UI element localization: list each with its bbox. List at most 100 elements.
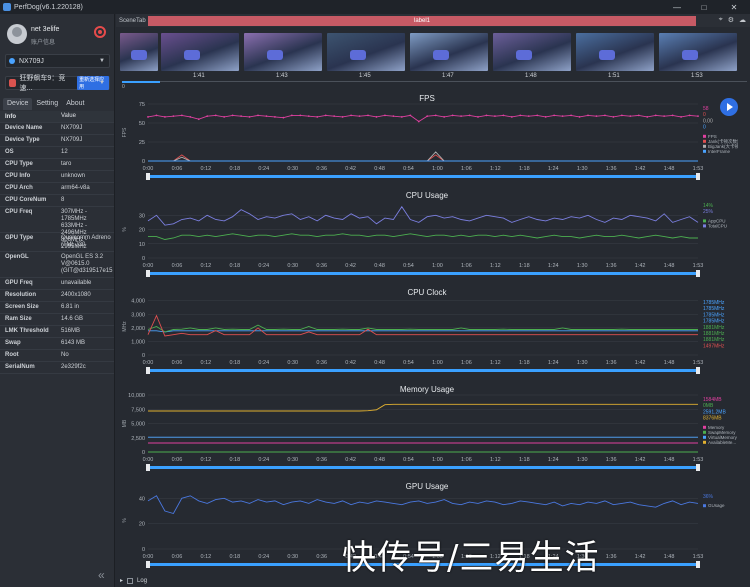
range-handle-right[interactable] <box>696 173 700 180</box>
data-point <box>680 116 682 118</box>
legend-swatch[interactable] <box>703 144 706 148</box>
x-tick-label: 1:53 <box>693 360 704 366</box>
table-row: SerialNum 2e329f2c <box>0 362 114 374</box>
close-button[interactable]: ✕ <box>722 0 746 14</box>
avatar[interactable] <box>7 24 27 44</box>
info-key: Root <box>5 352 19 358</box>
timeline-thumbnail[interactable] <box>327 33 405 71</box>
x-tick-label: 0:00 <box>143 166 154 172</box>
x-tick-label: 0:48 <box>374 263 385 269</box>
y-tick-label: 25 <box>139 140 145 146</box>
x-tick-label: 1:30 <box>577 457 588 463</box>
range-scrubber[interactable] <box>148 272 698 275</box>
toggle-panel-icon[interactable]: ▸ <box>120 577 123 584</box>
legend-label[interactable]: GUsage <box>708 503 725 508</box>
range-handle-left[interactable] <box>146 561 150 568</box>
timeline-thumbnail[interactable] <box>410 33 488 71</box>
data-point <box>544 116 547 118</box>
range-scrubber[interactable] <box>148 369 698 372</box>
table-row: Resolution 2400x1080 <box>0 290 114 302</box>
legend-swatch[interactable] <box>703 219 706 223</box>
legend-swatch[interactable] <box>703 435 706 439</box>
data-point <box>164 116 166 118</box>
legend-value: 0.00 <box>703 118 713 124</box>
collapse-sidebar-icon[interactable]: « <box>98 568 105 582</box>
series-line <box>148 330 698 333</box>
watermark-text: 快传号/三易生活 <box>342 538 600 578</box>
x-tick-label: 1:06 <box>461 360 472 366</box>
scene-label-tag[interactable]: label1 <box>148 15 696 26</box>
legend-swatch[interactable] <box>703 134 706 138</box>
x-tick-label: 1:24 <box>548 457 559 463</box>
device-select[interactable]: NX709J ▼ <box>5 54 110 68</box>
legend-swatch[interactable] <box>703 224 706 228</box>
range-scrubber[interactable] <box>148 466 698 469</box>
range-handle-left[interactable] <box>146 367 150 374</box>
info-value: 516MB <box>61 328 81 334</box>
chart-panel-memory-usage: Memory Usage MB 0 2,500 5,000 7,500 10,000 0:00… <box>116 385 738 480</box>
legend-swatch[interactable] <box>703 149 706 153</box>
x-tick-label: 0:06 <box>172 457 183 463</box>
chart-panel-cpu-clock: CPU Clock MHz 0 1,000 2,000 3,000 4,000 0:00 0:0… <box>116 288 738 383</box>
timeline-thumbnail[interactable] <box>576 33 654 71</box>
info-value: 8 <box>61 197 65 203</box>
x-tick-label: 1:53 <box>693 263 704 269</box>
range-handle-left[interactable] <box>146 173 150 180</box>
tab-about[interactable]: About <box>62 98 88 110</box>
x-tick-label: 0:30 <box>287 457 298 463</box>
record-button[interactable] <box>94 26 106 38</box>
timeline-thumbnail[interactable] <box>161 33 239 71</box>
minimize-button[interactable]: — <box>665 0 689 14</box>
data-point <box>570 114 572 117</box>
legend-swatch[interactable] <box>703 440 706 444</box>
legend-value: 1785MHz <box>703 312 725 318</box>
timeline-thumbnail[interactable] <box>120 33 158 71</box>
info-key: CPU Type <box>5 161 33 167</box>
chart-svg: CPU Usage% 0 10 20 30 0:00 0:06 0:12 0:18 0:24 0:3… <box>122 191 727 277</box>
legend-label[interactable]: TotalCPU <box>708 223 727 228</box>
range-scrubber[interactable] <box>148 175 698 178</box>
info-value: OpenGL ES 3.2 V@0615.0 (GIT@d319517e15 <box>61 254 113 274</box>
x-tick-label: 1:42 <box>635 457 646 463</box>
account-info-link[interactable]: 账户信息 <box>31 37 55 46</box>
timeline-thumbnail[interactable] <box>659 33 737 71</box>
app-select[interactable]: 狂野飙车9：竞速... 重新选择应用 ▼ <box>5 75 110 92</box>
legend-value: 25% <box>703 209 714 215</box>
range-handle-left[interactable] <box>146 464 150 471</box>
x-tick-label: 0:12 <box>201 166 212 172</box>
tab-setting[interactable]: Setting <box>32 98 62 110</box>
legend-swatch[interactable] <box>703 430 706 434</box>
legend-swatch[interactable] <box>703 425 706 429</box>
range-handle-right[interactable] <box>696 561 700 568</box>
legend-label[interactable]: AvailableMe... <box>708 440 736 445</box>
legend-label[interactable]: InterFrame <box>708 149 731 154</box>
range-handle-right[interactable] <box>696 464 700 471</box>
x-tick-label: 1:00 <box>432 360 443 366</box>
screenshot-timeline[interactable]: 0 1:41 1:43 1:45 1:47 1:48 1:51 1:53 <box>120 33 748 90</box>
range-handle-right[interactable] <box>696 270 700 277</box>
maximize-button[interactable]: □ <box>692 0 716 14</box>
data-point <box>265 115 268 118</box>
tab-device[interactable]: Device <box>3 98 33 110</box>
data-point <box>443 116 446 118</box>
x-tick-label: 1:48 <box>664 166 675 172</box>
thumbnail-time: 1:48 <box>525 73 537 79</box>
data-point <box>172 115 175 118</box>
y-tick-label: 1,000 <box>131 339 145 345</box>
thumbnail-time: 1:47 <box>442 73 454 79</box>
legend-swatch[interactable] <box>703 504 706 508</box>
settings-icon[interactable]: ⚙ <box>728 16 734 24</box>
timeline-thumbnail[interactable] <box>244 33 322 71</box>
info-value: No <box>61 352 69 358</box>
data-point <box>299 114 302 117</box>
range-handle-left[interactable] <box>146 270 150 277</box>
cloud-icon[interactable]: ☁ <box>739 16 746 24</box>
location-icon[interactable]: ⌖ <box>719 16 723 24</box>
log-checkbox[interactable] <box>127 577 134 584</box>
timeline-thumbnail[interactable] <box>493 33 571 71</box>
legend-swatch[interactable] <box>703 139 706 143</box>
data-point <box>426 115 429 118</box>
chart-panel-fps: FPS FPS 0 25 50 75 0:00 0:06 0:12 0:18 0:24 0:30 0:3… <box>116 94 738 189</box>
data-point <box>392 115 395 118</box>
range-handle-right[interactable] <box>696 367 700 374</box>
